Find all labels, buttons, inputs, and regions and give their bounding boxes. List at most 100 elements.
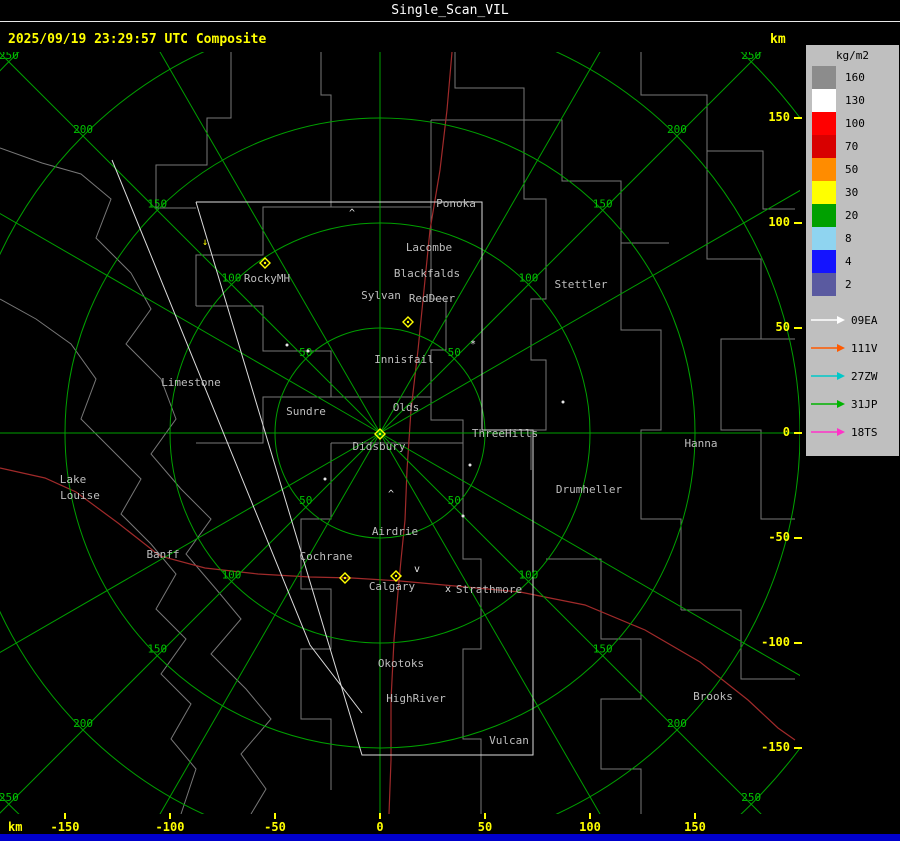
city-label: RedDeer [409,292,456,305]
color-scale-value: 2 [845,278,852,291]
track-legend-row: 27ZW [806,362,899,390]
ring-distance-label: 150 [147,197,167,210]
color-scale-row: 130 [806,89,899,112]
city-label: Stettler [555,278,608,291]
color-scale-row: 20 [806,204,899,227]
storm-cell-dot [461,514,465,518]
radar-site-dot [378,432,382,436]
radar-site-marker [402,316,414,328]
city-label: Sylvan [361,289,401,302]
storm-cell-glyph: ↓ [202,237,208,248]
track-arrow-head [837,372,845,380]
radial-line [0,213,381,434]
city-label: Lake [60,473,87,486]
y-axis-tick [794,747,802,749]
x-axis-tick [169,813,171,819]
city-label: ThreeHills [472,427,538,440]
storm-cell-glyph: * [470,339,476,350]
y-axis-tick [794,432,802,434]
taskbar-strip [0,834,900,841]
color-scale-value: 8 [845,232,852,245]
city-label: Strathmore [456,583,522,596]
x-axis-label: 0 [376,820,384,834]
municipal-boundary [431,52,525,121]
x-axis-tick [589,813,591,819]
radar-site-dot [343,576,347,580]
radial-line [379,432,800,677]
city-label: Drumheller [556,483,623,496]
window-title: Single_Scan_VIL [0,0,900,22]
x-axis-label: -50 [264,820,286,834]
x-axis-tick [484,813,486,819]
radar-map-canvas[interactable]: 50 50 50 50 100 100 100 100 150 150 150 150 200 200 20… [0,52,800,814]
y-axis-label: -100 [761,635,790,649]
track-legend: 09EA 111V 27ZW 31JP 18TS [806,306,899,446]
x-axis-label: 50 [477,820,493,834]
radar-app-window: Single_Scan_VIL 2025/09/19 23:29:57 UTC … [0,0,900,841]
track-arrow-head [837,316,845,324]
city-label: Hanna [684,437,717,450]
track-id-label: 111V [851,341,878,355]
track-legend-row: 111V [806,334,899,362]
ring-distance-label: 200 [73,717,93,730]
x-axis-tick [64,813,66,819]
color-scale-value: 30 [845,186,859,199]
color-scale-value: 20 [845,209,859,222]
city-label: Lacombe [406,241,452,254]
municipal-boundary [640,52,795,210]
ring-distance-label: 250 [741,791,761,804]
storm-cell-glyph: v [414,564,420,575]
city-label: Vulcan [489,734,529,747]
ring-distance-label: 50 [448,494,461,507]
color-scale-row: 160 [806,66,899,89]
track-arrow-icon [811,344,845,352]
color-swatch [812,227,836,250]
color-swatch [812,89,836,112]
track-arrow-head [837,428,845,436]
ring-distance-label: 250 [0,52,19,62]
ring-distance-label: 200 [667,717,687,730]
municipal-boundary [0,147,272,814]
color-scale-value: 130 [845,94,865,107]
city-label: RockyMH [244,272,290,285]
ring-distance-label: 100 [222,568,242,581]
x-axis-label: -150 [50,820,80,834]
color-scale-row: 2 [806,273,899,296]
ring-distance-label: 250 [0,791,19,804]
legend-unit-label: kg/m2 [835,49,870,62]
city-label: Calgary [369,580,416,593]
track-legend-row: 09EA [806,306,899,334]
color-scale-value: 4 [845,255,852,268]
x-axis-label: 150 [684,820,706,834]
color-swatch [812,204,836,227]
city-label: Limestone [161,376,221,389]
track-id-label: 18TS [851,425,878,439]
color-scale-value: 100 [845,117,865,130]
ring-distance-label: 50 [299,494,312,507]
municipal-boundary [546,558,642,814]
y-axis-label: 150 [768,110,790,124]
color-swatch [812,273,836,296]
color-swatch [812,250,836,273]
ring-distance-label: 100 [519,568,539,581]
y-axis-label: -50 [768,530,790,544]
y-axis-tick [794,537,802,539]
ring-distance-label: 50 [299,346,312,359]
y-axis-tick [794,327,802,329]
city-label: Okotoks [378,657,424,670]
color-swatch [812,66,836,89]
city-label: Louise [60,489,100,502]
color-scale-value: 70 [845,140,859,153]
legend-panel: kg/m2 160 130 100 70 50 30 20 8 4 2 09EA 111V 27ZW 3… [806,45,899,456]
y-axis-tick [794,222,802,224]
ring-distance-label: 150 [147,643,167,656]
y-axis-label: 100 [768,215,790,229]
municipal-boundary [523,120,547,470]
municipal-boundary [155,52,232,209]
color-scale-row: 70 [806,135,899,158]
track-arrow-head [837,400,845,408]
track-arrow-icon [811,400,845,408]
track-legend-row: 31JP [806,390,899,418]
municipal-boundary [196,305,332,444]
track-id-label: 31JP [851,397,878,411]
